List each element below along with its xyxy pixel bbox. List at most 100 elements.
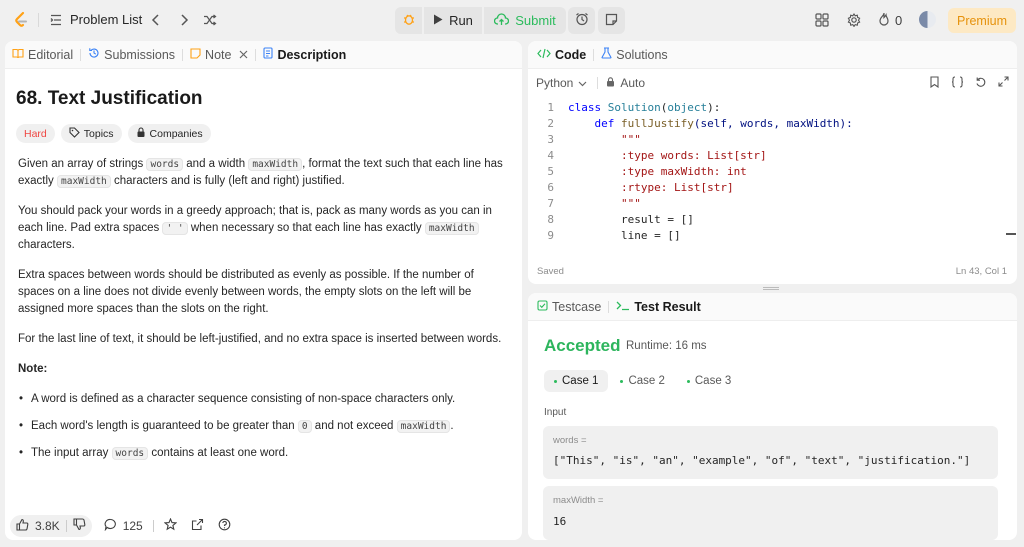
text: characters. [18, 239, 75, 251]
tab-code[interactable]: Code [528, 41, 593, 69]
case-tab-1[interactable]: Case 1 [544, 370, 609, 392]
companies-tag-button[interactable]: Companies [127, 124, 211, 143]
language-label: Python [536, 76, 574, 90]
book-icon [12, 48, 24, 62]
line-number: 5 [547, 165, 554, 178]
close-icon[interactable] [239, 48, 248, 62]
description-paragraph: You should pack your words in a greedy a… [18, 203, 513, 254]
lock-icon [606, 76, 615, 90]
tab-description[interactable]: Description [256, 41, 353, 69]
comments-button[interactable]: 125 [104, 518, 143, 534]
input-label: Input [544, 407, 567, 418]
fire-icon [878, 12, 890, 29]
code-line: 7 """ [528, 196, 1005, 212]
tab-note-label: Note [205, 47, 232, 62]
editor-scrollbar[interactable] [1006, 233, 1016, 235]
tab-testcase[interactable]: Testcase [528, 293, 608, 321]
words-input-box: words = ["This", "is", "an", "example", … [543, 426, 998, 479]
tab-solutions[interactable]: Solutions [594, 41, 674, 69]
tab-testcase-label: Testcase [552, 299, 602, 314]
case-tabs: Case 1 Case 2 Case 3 [544, 370, 741, 392]
tab-editorial[interactable]: Editorial [5, 41, 80, 69]
leetcode-logo[interactable] [12, 11, 30, 29]
inline-code: maxWidth [248, 158, 303, 171]
inline-code: maxWidth [57, 175, 111, 188]
note-item: • The input array words contains at least… [19, 447, 289, 460]
auto-mode-toggle[interactable]: Auto [606, 76, 645, 90]
code-line: 5 :type maxWidth: int [528, 164, 1005, 180]
tab-note[interactable]: Note [183, 41, 255, 69]
submit-button[interactable]: Submit [484, 7, 566, 34]
line-number: 6 [547, 181, 554, 194]
divider [152, 519, 154, 532]
run-button[interactable]: Run [424, 7, 482, 34]
code-tab-bar: Code Solutions [528, 41, 1017, 69]
next-problem-icon[interactable] [178, 13, 190, 27]
premium-button[interactable]: Premium [948, 8, 1016, 33]
tab-submissions-label: Submissions [104, 47, 176, 62]
tab-submissions[interactable]: Submissions [81, 41, 182, 69]
problem-description: Given an array of strings words and a wi… [18, 156, 513, 462]
format-braces-icon[interactable] [951, 76, 964, 91]
layout-grid-icon[interactable] [815, 13, 829, 27]
run-label: Run [449, 13, 473, 28]
note-heading: Note: [18, 363, 48, 375]
code-line: 9 line = [] [528, 228, 1005, 244]
bookmark-icon[interactable] [929, 76, 940, 91]
divider [597, 77, 599, 89]
note-item: • A word is defined as a character sequen… [19, 393, 456, 405]
like-count: 3.8K [35, 518, 60, 533]
language-select[interactable]: Python [536, 76, 587, 90]
text: contains at least one word. [148, 447, 289, 459]
thumbs-up-icon[interactable] [16, 518, 29, 534]
keyword: class [568, 101, 602, 114]
topics-label: Topics [83, 127, 114, 140]
reset-icon[interactable] [975, 76, 987, 91]
problem-title: 68. Text Justification [16, 88, 203, 109]
help-icon[interactable] [218, 518, 231, 534]
line-number: 3 [547, 133, 554, 146]
code-editor[interactable]: 1 class Solution(object): 2 def fullJusti… [528, 100, 1005, 250]
problem-list-button[interactable]: Problem List [50, 12, 142, 27]
code-line: 2 def fullJustify (self, words, maxWidth)… [528, 116, 1005, 132]
settings-gear-icon[interactable] [847, 13, 861, 27]
tab-test-result[interactable]: Test Result [609, 293, 707, 321]
editor-actions [929, 76, 1009, 91]
lock-icon [136, 126, 146, 141]
text: and not exceed [311, 420, 397, 432]
pass-dot [554, 379, 557, 383]
prev-problem-icon[interactable] [150, 13, 162, 27]
star-icon[interactable] [163, 517, 178, 534]
timer-button[interactable] [568, 7, 595, 34]
topics-tag-button[interactable]: Topics [60, 124, 122, 143]
tab-code-label: Code [555, 47, 587, 62]
docstring: :type maxWidth: int [568, 165, 747, 178]
chevron-down-icon [578, 76, 587, 90]
problem-list-label: Problem List [70, 12, 143, 27]
words-value: ["This", "is", "an", "example", "of", "t… [553, 454, 971, 467]
inline-code: words [111, 447, 149, 460]
code-line: 3 """ [528, 132, 1005, 148]
panel-resize-handle[interactable] [763, 287, 779, 290]
shuffle-icon[interactable] [203, 13, 217, 27]
history-icon [88, 47, 100, 62]
test-tab-bar: Testcase Test Result [528, 293, 1017, 321]
test-result-panel: Testcase Test Result Accepted Runtime: 1… [528, 293, 1017, 540]
user-avatar[interactable] [919, 11, 936, 28]
expand-icon[interactable] [998, 76, 1009, 91]
tab-description-label: Description [277, 47, 347, 62]
streak-counter[interactable]: 0 [878, 12, 902, 29]
case-tab-3[interactable]: Case 3 [677, 370, 741, 392]
runtime-text: Runtime: 16 ms [626, 340, 707, 352]
debug-button[interactable] [395, 7, 422, 34]
thumbs-down-icon[interactable] [73, 517, 86, 534]
docstring: :type words: List[str] [568, 149, 767, 162]
case-label: Case 1 [562, 375, 599, 387]
notes-button[interactable] [598, 7, 625, 34]
pass-dot [620, 379, 624, 383]
code-line: 8 result = [] [528, 212, 1005, 228]
share-icon[interactable] [191, 518, 204, 534]
list-icon [50, 14, 62, 26]
case-tab-2[interactable]: Case 2 [610, 370, 674, 392]
